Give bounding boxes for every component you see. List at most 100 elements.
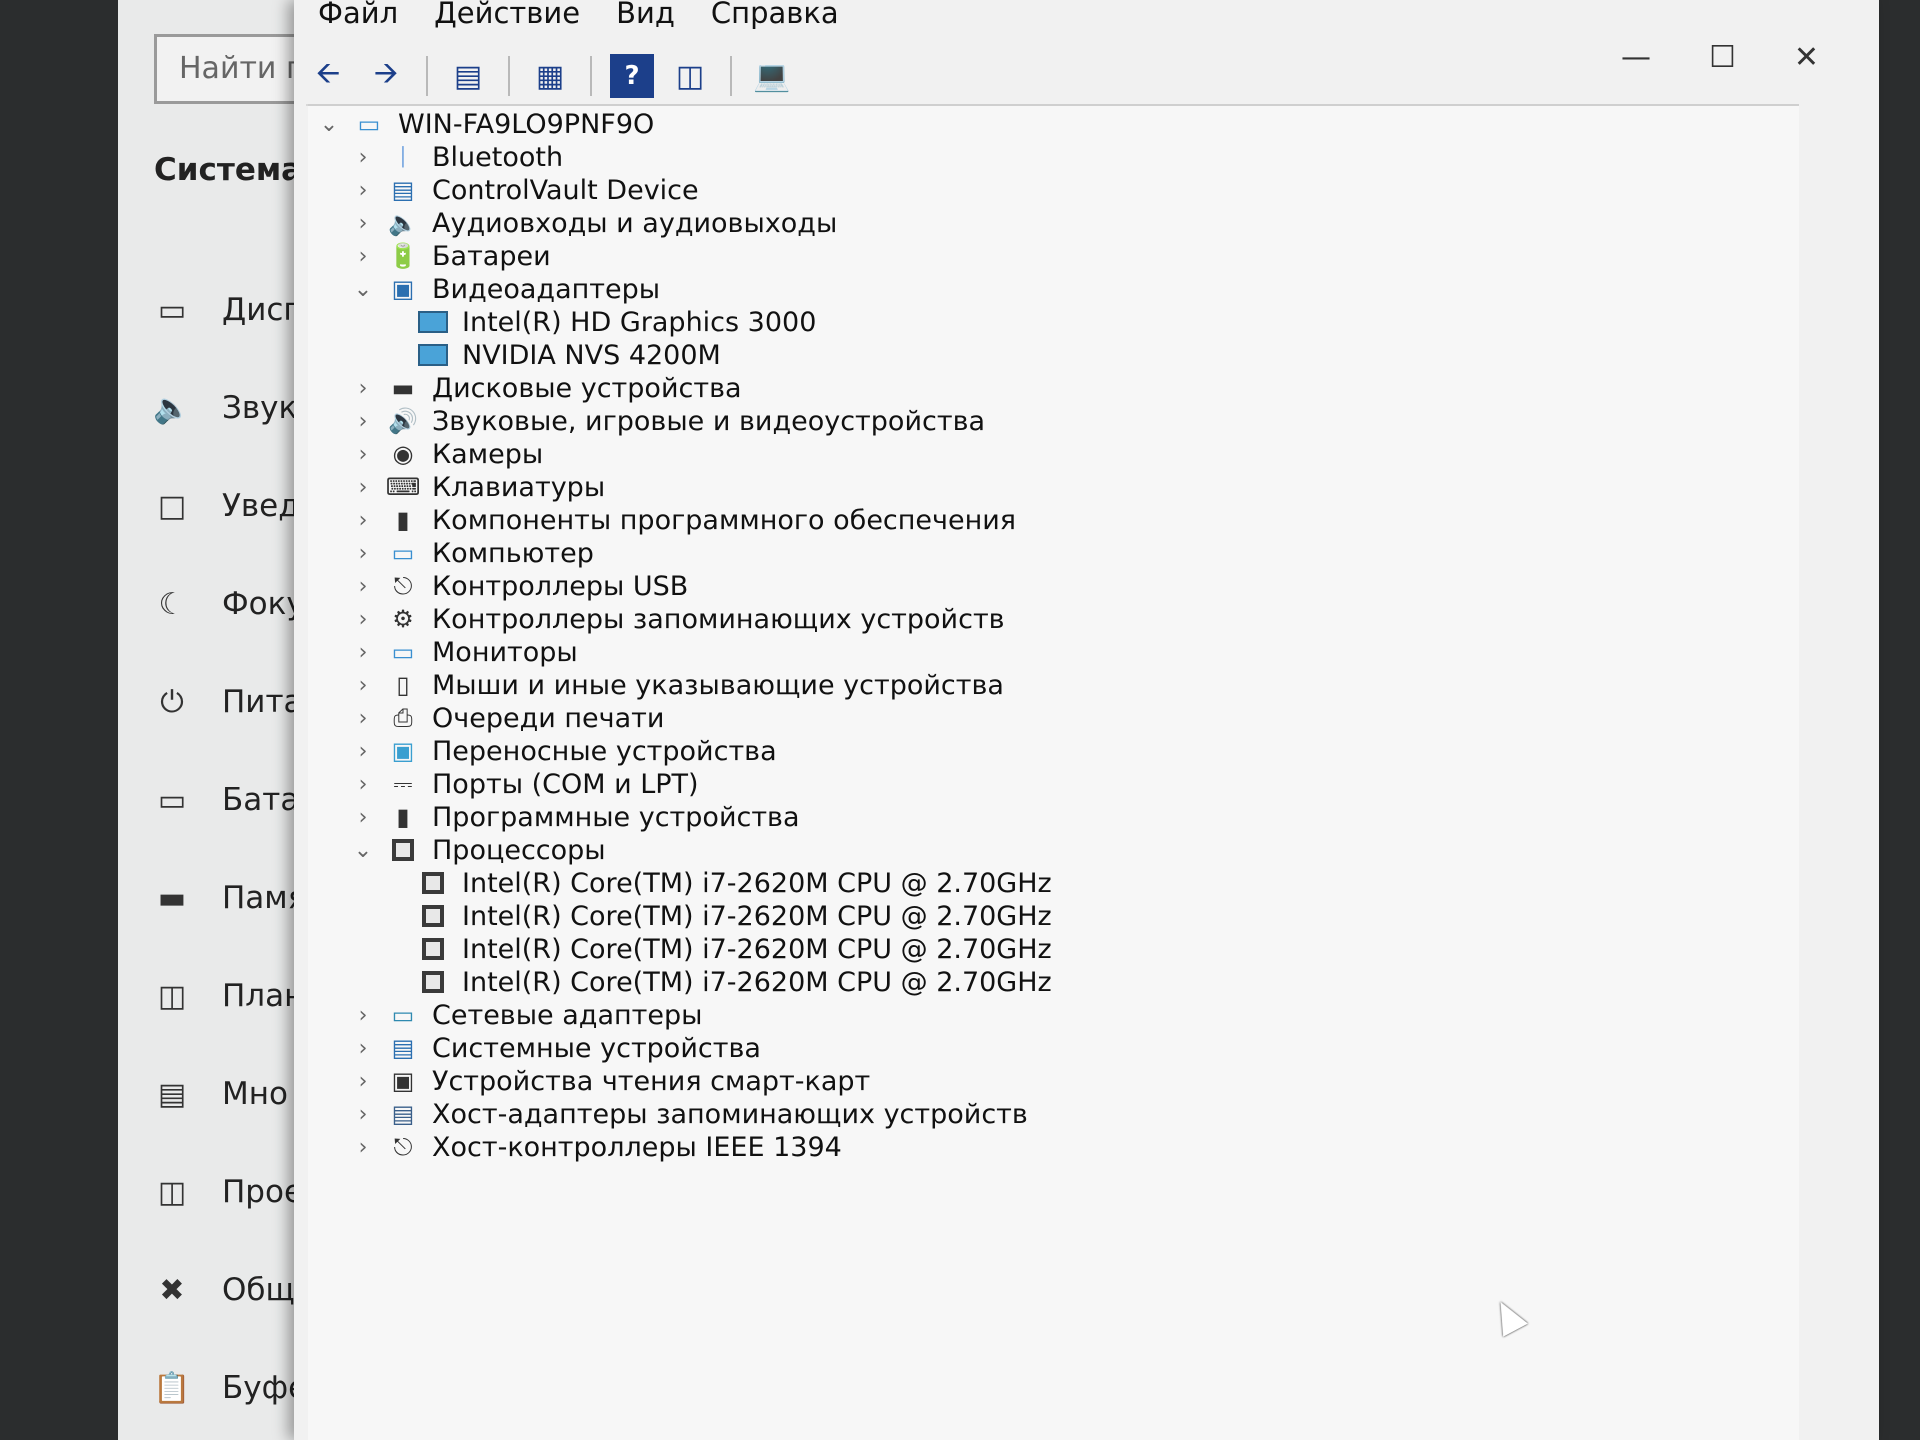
device-category-label: Дисковые устройства — [432, 372, 742, 404]
device-category-label: Bluetooth — [432, 141, 564, 173]
device-category[interactable]: › ◉ Камеры — [348, 436, 544, 472]
device-item[interactable]: Intel(R) Core(TM) i7-2620M CPU @ 2.70GHz — [408, 964, 1052, 1000]
device-category-label: Мыши и иные указывающие устройства — [432, 669, 1004, 701]
settings-nav-label: Звук — [222, 390, 298, 426]
tablet-icon: ◫ — [157, 978, 187, 1014]
device-item[interactable]: Intel(R) Core(TM) i7-2620M CPU @ 2.70GHz — [408, 865, 1052, 901]
scan-hardware-icon[interactable]: 💻 — [750, 54, 794, 98]
computer-icon: ▭ — [357, 110, 381, 138]
back-arrow-icon[interactable]: 🡨 — [306, 54, 350, 98]
chevron-right-icon[interactable]: › — [348, 145, 378, 170]
device-category[interactable]: › ⎙ Очереди печати — [348, 700, 665, 736]
settings-section-title: Система — [154, 152, 303, 188]
device-item[interactable]: Intel(R) Core(TM) i7-2620M CPU @ 2.70GHz — [408, 931, 1052, 967]
device-category[interactable]: › ⎓ Порты (COM и LPT) — [348, 766, 699, 802]
chevron-right-icon[interactable]: › — [348, 1135, 378, 1160]
chevron-down-icon[interactable]: ⌄ — [348, 838, 378, 863]
chevron-right-icon[interactable]: › — [348, 706, 378, 731]
device-category[interactable]: ⌄ ▣ Видеоадаптеры — [348, 271, 660, 307]
device-category[interactable]: › ▤ Системные устройства — [348, 1030, 761, 1066]
chevron-right-icon[interactable]: › — [348, 673, 378, 698]
chevron-right-icon[interactable]: › — [348, 475, 378, 500]
action-pane-icon[interactable]: ◫ — [668, 54, 712, 98]
device-category[interactable]: › ▯ Мыши и иные указывающие устройства — [348, 667, 1004, 703]
chevron-right-icon[interactable]: › — [348, 508, 378, 533]
chevron-right-icon[interactable]: › — [348, 772, 378, 797]
device-category[interactable]: › 🔈 Аудиовходы и аудиовыходы — [348, 205, 838, 241]
device-item-label: Intel(R) HD Graphics 3000 — [462, 306, 817, 338]
chevron-right-icon[interactable]: › — [348, 442, 378, 467]
device-category[interactable]: › ▣ Устройства чтения смарт-карт — [348, 1063, 871, 1099]
chevron-right-icon[interactable]: › — [348, 1069, 378, 1094]
device-category-label: Устройства чтения смарт-карт — [432, 1065, 871, 1097]
chevron-right-icon[interactable]: › — [348, 178, 378, 203]
show-hide-console-tree-icon[interactable]: ▤ — [446, 54, 490, 98]
chevron-right-icon[interactable]: › — [348, 1102, 378, 1127]
device-category[interactable]: › ▮ Программные устройства — [348, 799, 800, 835]
chevron-right-icon[interactable]: › — [348, 211, 378, 236]
smartcard-icon: ▣ — [391, 1067, 415, 1095]
toolbar: 🡨 🡪 ▤ ▦ ? ◫ 💻 — [306, 48, 1799, 106]
chevron-down-icon[interactable]: ⌄ — [348, 277, 378, 302]
device-category-label: Порты (COM и LPT) — [432, 768, 699, 800]
processor-icon — [386, 835, 420, 865]
chevron-right-icon[interactable]: › — [348, 244, 378, 269]
device-category-label: Хост-адаптеры запоминающих устройств — [432, 1098, 1028, 1130]
device-category[interactable]: › 🔋 Батареи — [348, 238, 551, 274]
device-manager-window: Файл Действие Вид Справка — ☐ ✕ 🡨 🡪 ▤ ▦ … — [294, 0, 1879, 1440]
device-category[interactable]: › ⎋ Контроллеры USB — [348, 568, 689, 604]
chevron-right-icon[interactable]: › — [348, 1003, 378, 1028]
device-category-label: Батареи — [432, 240, 551, 272]
chevron-right-icon[interactable]: › — [348, 640, 378, 665]
device-category-label: WIN-FA9LO9PNF9O — [398, 108, 655, 140]
chevron-down-icon[interactable]: ⌄ — [314, 112, 344, 137]
menu-action[interactable]: Действие — [434, 0, 580, 30]
device-category[interactable]: › ▭ Мониторы — [348, 634, 578, 670]
power-icon: ⏻ — [160, 684, 184, 720]
device-item[interactable]: Intel(R) Core(TM) i7-2620M CPU @ 2.70GHz — [408, 898, 1052, 934]
device-category[interactable]: › ⚙ Контроллеры запоминающих устройств — [348, 601, 1005, 637]
display-adapter-icon — [416, 307, 450, 337]
menu-view[interactable]: Вид — [616, 0, 675, 30]
menu-file[interactable]: Файл — [318, 0, 398, 30]
processor-icon — [416, 901, 450, 931]
device-category[interactable]: › ⌨ Клавиатуры — [348, 469, 606, 505]
software-component-icon: ▮ — [396, 506, 410, 534]
toolbar-separator — [426, 56, 428, 96]
audio-io-icon: 🔈 — [388, 209, 418, 237]
device-category-label: Компоненты программного обеспечения — [432, 504, 1017, 536]
device-category[interactable]: › ▭ Сетевые адаптеры — [348, 997, 703, 1033]
device-category[interactable]: ⌄ Процессоры — [348, 832, 606, 868]
device-category-label: Камеры — [432, 438, 544, 470]
device-item[interactable]: Intel(R) HD Graphics 3000 — [408, 304, 816, 340]
chevron-right-icon[interactable]: › — [348, 739, 378, 764]
device-category[interactable]: ⌄ ▭ WIN-FA9LO9PNF9O — [314, 106, 654, 142]
device-category[interactable]: › ▬ Дисковые устройства — [348, 370, 742, 406]
device-category[interactable]: › ᛁ Bluetooth — [348, 139, 563, 175]
device-category[interactable]: › ▮ Компоненты программного обеспечения — [348, 502, 1016, 538]
chevron-right-icon[interactable]: › — [348, 805, 378, 830]
device-category[interactable]: › ⎋ Хост-контроллеры IEEE 1394 — [348, 1129, 842, 1165]
device-category[interactable]: › 🔊 Звуковые, игровые и видеоустройства — [348, 403, 985, 439]
port-icon: ⎓ — [393, 770, 413, 798]
device-category[interactable]: › ▭ Компьютер — [348, 535, 594, 571]
chevron-right-icon[interactable]: › — [348, 541, 378, 566]
device-category[interactable]: › ▤ ControlVault Device — [348, 172, 699, 208]
chevron-right-icon[interactable]: › — [348, 409, 378, 434]
forward-arrow-icon[interactable]: 🡪 — [364, 54, 408, 98]
device-tree: ⌄ ▭ WIN-FA9LO9PNF9O › ᛁ Bluetooth › ▤ ControlVau… — [308, 104, 1799, 1440]
device-category[interactable]: › ▣ Переносные устройства — [348, 733, 777, 769]
chevron-right-icon[interactable]: › — [348, 376, 378, 401]
help-icon[interactable]: ? — [610, 54, 654, 98]
menu-help[interactable]: Справка — [711, 0, 839, 30]
storage-controller-icon: ⚙ — [392, 605, 414, 633]
disk-icon: ▬ — [391, 374, 415, 402]
device-category[interactable]: › ▤ Хост-адаптеры запоминающих устройств — [348, 1096, 1028, 1132]
bluetooth-icon: ᛁ — [395, 143, 411, 171]
chevron-right-icon[interactable]: › — [348, 1036, 378, 1061]
properties-icon[interactable]: ▦ — [528, 54, 572, 98]
chevron-right-icon[interactable]: › — [348, 607, 378, 632]
device-item[interactable]: NVIDIA NVS 4200M — [408, 337, 721, 373]
network-icon: ▭ — [391, 1001, 415, 1029]
chevron-right-icon[interactable]: › — [348, 574, 378, 599]
